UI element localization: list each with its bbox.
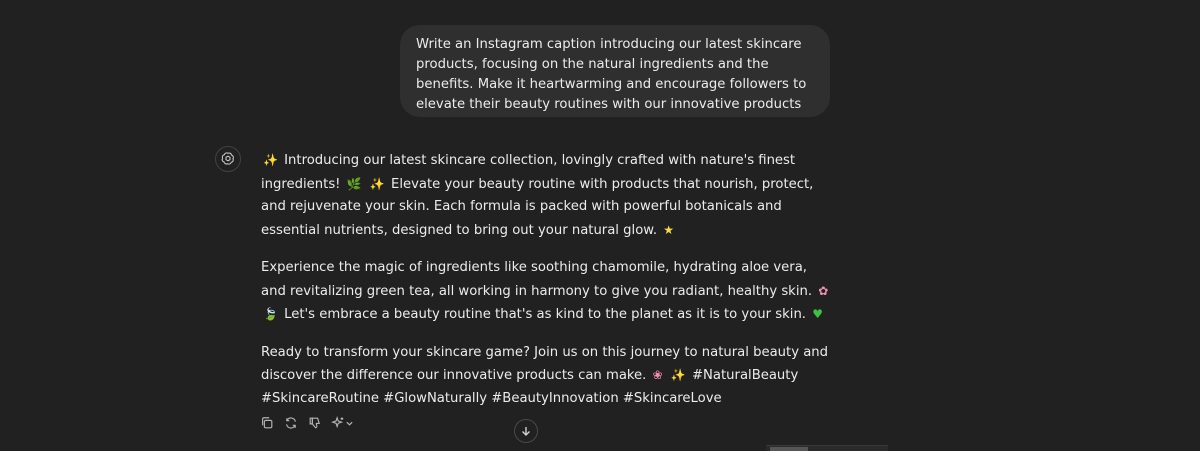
assistant-paragraph-3: Ready to transform your skincare game? J…	[261, 342, 833, 411]
copy-button[interactable]	[259, 414, 275, 432]
regenerate-icon	[286, 417, 296, 429]
thumbs-down-button[interactable]	[307, 414, 323, 432]
sparkle-model-icon	[331, 416, 344, 429]
leaf-emoji: 🍃	[263, 307, 278, 321]
openai-logo-icon	[221, 152, 234, 165]
assistant-paragraph-1: ✨ Introducing our latest skincare collec…	[261, 149, 833, 242]
arrow-down-icon	[522, 427, 530, 436]
scroll-to-bottom-button[interactable]	[514, 419, 538, 443]
sparkles-emoji: ✨	[670, 368, 686, 382]
herb-emoji: 🌿	[346, 176, 362, 191]
assistant-p2-text-b: Let's embrace a beauty routine that's as…	[284, 307, 806, 322]
thumbs-down-icon	[309, 417, 320, 429]
hibiscus-emoji: ❀	[652, 368, 663, 382]
chat-page: Write an Instagram caption introducing o…	[0, 0, 1200, 451]
star-emoji: ★	[663, 222, 674, 237]
chevron-down-icon	[346, 421, 353, 426]
user-message-text: Write an Instagram caption introducing o…	[416, 37, 807, 112]
assistant-p1-text-b: Elevate your beauty routine with product…	[261, 176, 814, 238]
sparkles-emoji: ✨	[369, 176, 385, 191]
assistant-avatar	[215, 146, 241, 172]
user-message-bubble: Write an Instagram caption introducing o…	[400, 25, 830, 117]
cherry-blossom-emoji: ✿	[818, 283, 829, 298]
composer-edge	[766, 445, 888, 451]
composer-scroll-thumb	[770, 447, 808, 451]
regenerate-button[interactable]	[283, 414, 299, 432]
copy-icon	[262, 417, 273, 429]
green-heart-emoji: ♥	[812, 307, 823, 321]
switch-model-button[interactable]	[331, 414, 355, 432]
assistant-paragraph-2: Experience the magic of ingredients like…	[261, 257, 833, 327]
assistant-p2-text-a: Experience the magic of ingredients like…	[261, 260, 813, 299]
message-actions	[259, 414, 355, 432]
sparkles-emoji: ✨	[263, 153, 278, 167]
assistant-message: ✨ Introducing our latest skincare collec…	[261, 149, 833, 425]
